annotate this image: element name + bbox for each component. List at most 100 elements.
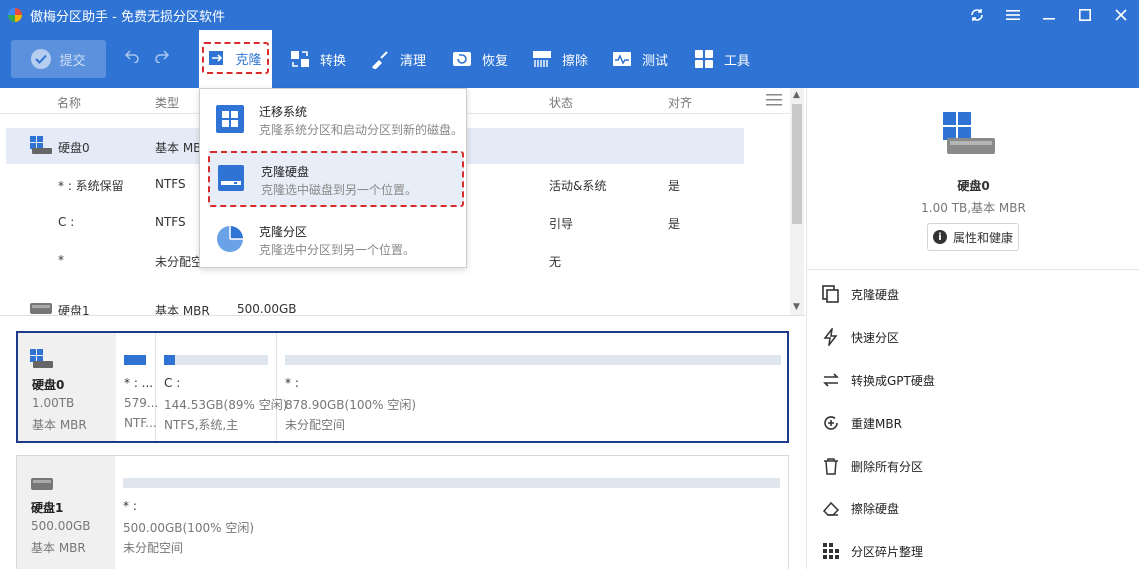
partition-size: 878.90GB(100% 空闲)	[285, 398, 417, 412]
submit-button[interactable]: 提交	[11, 40, 106, 78]
undo-redo	[124, 49, 170, 66]
tab-tools[interactable]: 工具	[694, 44, 750, 74]
op-convert-gpt[interactable]: 转换成GPT硬盘	[821, 368, 935, 392]
partition-block[interactable]: * : 878.90GB(100% 空闲) 未分配空间	[277, 333, 787, 441]
disk-icon	[31, 476, 53, 495]
wipe-label: 擦除	[562, 53, 589, 69]
partition-bar	[124, 355, 146, 365]
clone-icon	[209, 51, 224, 65]
disk-card-info: 硬盘0 1.00TB 基本 MBR	[18, 333, 116, 441]
partition-bar	[285, 355, 781, 365]
clone-disk-icon	[821, 284, 841, 304]
partition-label: * :	[123, 499, 137, 513]
partition-block[interactable]: * : 500.00GB(100% 空闲) 未分配空间	[115, 456, 788, 569]
row-align: 是	[668, 179, 681, 193]
op-label: 重建MBR	[851, 416, 902, 431]
clone-highlight: 克隆	[202, 42, 269, 74]
scroll-down-icon[interactable]: ▼	[793, 302, 800, 312]
lightning-icon	[821, 327, 841, 347]
minimize-icon[interactable]	[1031, 0, 1067, 30]
row-type: NTFS	[155, 215, 186, 229]
disk-card[interactable]: 硬盘0 1.00TB 基本 MBR * : ... 579... NTF... …	[16, 331, 789, 443]
menu-item-title: 迁移系统	[259, 105, 308, 119]
op-clone-disk[interactable]: 克隆硬盘	[821, 282, 899, 306]
col-name[interactable]: 名称	[57, 94, 81, 111]
scroll-up-icon[interactable]: ▲	[793, 90, 800, 100]
tab-clean[interactable]: 清理	[370, 44, 426, 74]
row-status: 活动&系统	[549, 179, 607, 193]
menu-icon[interactable]	[995, 0, 1031, 30]
properties-button[interactable]: i 属性和健康	[927, 223, 1019, 251]
menu-item-title: 克隆硬盘	[261, 165, 310, 179]
tab-convert[interactable]: 转换	[290, 44, 346, 74]
tab-clone[interactable]: 克隆	[199, 30, 272, 88]
clean-label: 清理	[400, 53, 427, 69]
disk-name: 硬盘1	[31, 501, 64, 515]
disk-card[interactable]: 硬盘1 500.00GB 基本 MBR * : 500.00GB(100% 空闲…	[16, 455, 789, 569]
op-quick-partition[interactable]: 快速分区	[821, 325, 899, 349]
partition-fill	[164, 355, 176, 365]
table-scrollbar[interactable]: ▲ ▼	[790, 88, 804, 315]
partition-size: 579...	[124, 396, 159, 410]
partition-block[interactable]: C : 144.53GB(89% 空闲) NTFS,系统,主	[156, 333, 287, 441]
menu-item-clone-partition[interactable]: 克隆分区 克隆选中分区到另一个位置。	[208, 213, 464, 265]
op-wipe-disk[interactable]: 擦除硬盘	[821, 496, 899, 520]
window-controls	[959, 0, 1139, 30]
row-name: * : 系统保留	[58, 179, 124, 193]
op-label: 擦除硬盘	[851, 501, 900, 516]
table-row[interactable]: 硬盘1 基本 MBR 500.00GB	[0, 291, 790, 327]
test-icon	[613, 52, 631, 66]
clean-icon	[372, 51, 388, 69]
col-status[interactable]: 状态	[549, 94, 573, 111]
trash-icon	[821, 456, 841, 476]
row-name: 硬盘0	[58, 141, 90, 155]
migrate-os-icon	[216, 105, 244, 133]
properties-label: 属性和健康	[952, 230, 1013, 245]
maximize-icon[interactable]	[1067, 0, 1103, 30]
redo-icon[interactable]	[154, 49, 170, 66]
right-panel: 硬盘0 1.00 TB,基本 MBR i 属性和健康 克隆硬盘 快速分区 转换成…	[806, 88, 1139, 569]
convert-icon	[821, 370, 841, 390]
test-label: 测试	[642, 53, 669, 69]
col-align[interactable]: 对齐	[668, 94, 692, 111]
disk-name: 硬盘0	[32, 378, 65, 392]
convert-label: 转换	[320, 53, 347, 69]
panel-separator	[807, 269, 1139, 270]
refresh-icon[interactable]	[959, 0, 995, 30]
undo-icon[interactable]	[124, 49, 140, 66]
clone-dropdown-menu: 迁移系统 克隆系统分区和启动分区到新的磁盘。 克隆硬盘 克隆选中磁盘到另一个位置…	[199, 88, 467, 268]
partition-block[interactable]: * : ... 579... NTF...	[116, 333, 159, 441]
op-rebuild-mbr[interactable]: 重建MBR	[821, 411, 902, 435]
selected-disk-name: 硬盘0	[957, 179, 990, 193]
convert-icon	[291, 51, 309, 67]
menu-item-clone-disk[interactable]: 克隆硬盘 克隆选中磁盘到另一个位置。	[208, 151, 464, 207]
row-name: C :	[58, 215, 75, 229]
close-icon[interactable]	[1103, 0, 1139, 30]
partition-fs: 未分配空间	[285, 418, 346, 432]
tab-test[interactable]: 测试	[612, 44, 668, 74]
menu-item-migrate-os[interactable]: 迁移系统 克隆系统分区和启动分区到新的磁盘。	[208, 93, 464, 145]
op-label: 转换成GPT硬盘	[851, 373, 935, 388]
tab-wipe[interactable]: 擦除	[532, 44, 588, 74]
column-settings-icon[interactable]	[766, 94, 782, 109]
partition-fs: NTFS,系统,主	[164, 418, 239, 432]
tab-restore[interactable]: 恢复	[452, 44, 508, 74]
pane-divider[interactable]	[0, 315, 805, 316]
col-type[interactable]: 类型	[155, 94, 179, 111]
partition-size: 144.53GB(89% 空闲)	[164, 398, 288, 412]
disk-large-icon	[943, 112, 999, 161]
check-icon	[31, 49, 52, 69]
op-delete-all[interactable]: 删除所有分区	[821, 454, 923, 478]
header: 傲梅分区助手 - 免费无损分区软件 提交 克隆 转换 清理 恢复 擦除 测试 工…	[0, 0, 1139, 88]
disk-icon	[30, 136, 54, 157]
clone-disk-icon	[218, 165, 246, 193]
disk-size: 500.00GB	[31, 519, 91, 533]
op-label: 克隆硬盘	[851, 287, 900, 302]
tools-icon	[695, 50, 713, 68]
op-defrag[interactable]: 分区碎片整理	[821, 539, 923, 563]
scroll-thumb[interactable]	[792, 104, 802, 224]
row-type: 基本 MBR	[155, 304, 210, 318]
app-title: 傲梅分区助手 - 免费无损分区软件	[30, 9, 225, 25]
op-label: 快速分区	[851, 330, 900, 345]
selected-disk-info: 1.00 TB,基本 MBR	[921, 201, 1026, 215]
